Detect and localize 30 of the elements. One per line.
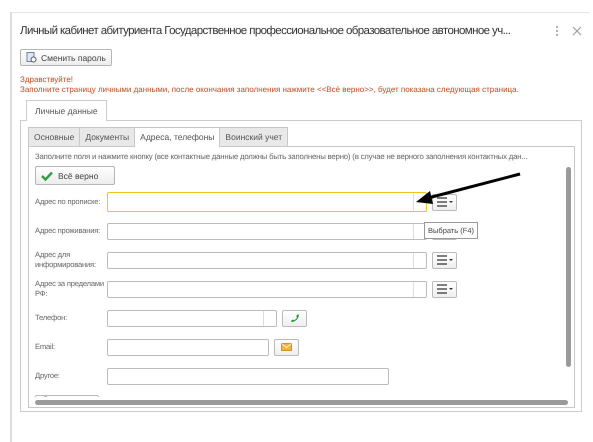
list-menu-button[interactable] xyxy=(432,280,457,298)
greeting-text: Заполните страницу личными данными, после окончания заполнения нажмите <<Всё верно>>, будет показана следующая страница. xyxy=(20,85,520,95)
window-title: Личный кабинет абитуриента Государственное профессиональное образовательное автономное уч... xyxy=(20,25,512,37)
horizontal-scrollbar[interactable] xyxy=(35,400,568,404)
tab[interactable]: Документы xyxy=(79,127,136,146)
list-menu-icon xyxy=(436,197,454,207)
input-field[interactable] xyxy=(107,368,389,384)
phone-icon xyxy=(290,313,300,323)
input-field[interactable] xyxy=(107,192,427,212)
tab[interactable]: Основные xyxy=(28,127,80,146)
list-menu-icon xyxy=(436,284,454,294)
confirm-button[interactable]: Всё верно xyxy=(35,166,115,185)
greeting-text: Здравствуйте! xyxy=(20,75,74,85)
tab[interactable]: Адреса, телефоны xyxy=(134,127,220,147)
email-button[interactable] xyxy=(274,338,299,356)
envelope-icon xyxy=(281,343,292,351)
tab[interactable]: Личные данные xyxy=(26,100,107,121)
phone-button[interactable] xyxy=(282,310,307,326)
input-field[interactable] xyxy=(107,222,427,240)
tab[interactable]: Воинский учет xyxy=(219,127,288,146)
input-field[interactable] xyxy=(107,252,427,268)
list-menu-icon xyxy=(436,255,454,265)
input-field[interactable] xyxy=(107,310,277,326)
list-menu-button[interactable] xyxy=(432,252,457,268)
vertical-scrollbar[interactable] xyxy=(566,167,570,367)
input-field[interactable] xyxy=(107,338,269,356)
checkmark-icon xyxy=(41,170,53,180)
input-field[interactable] xyxy=(107,280,427,298)
change-password-button[interactable]: Сменить пароль xyxy=(20,49,112,66)
close-icon[interactable] xyxy=(572,25,582,37)
